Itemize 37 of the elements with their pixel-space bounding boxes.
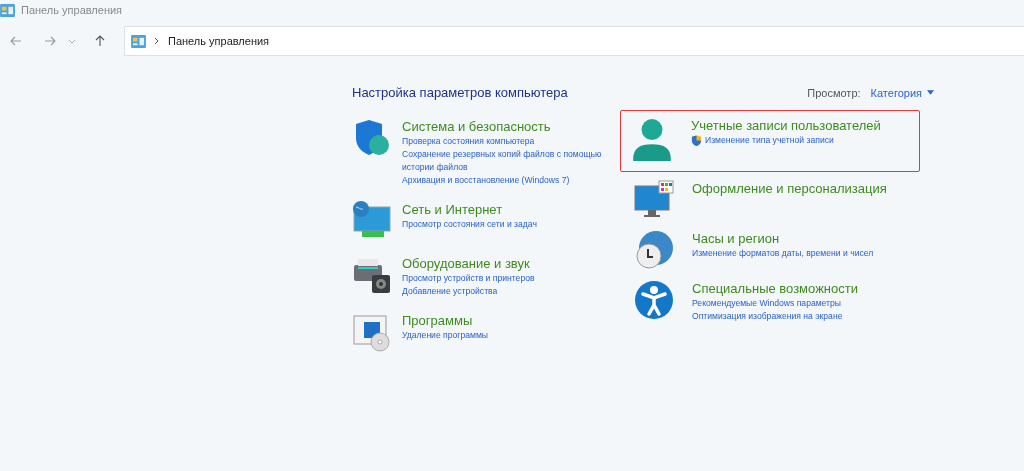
page-heading: Настройка параметров компьютера xyxy=(352,85,568,100)
category-title[interactable]: Специальные возможности xyxy=(692,280,858,297)
address-bar[interactable]: Панель управления xyxy=(124,26,1024,56)
chevron-right-icon xyxy=(154,37,160,45)
globe-clock-icon xyxy=(634,230,674,270)
task-link[interactable]: Изменение типа учетной записи xyxy=(705,134,834,147)
task-link[interactable]: Проверка состояния компьютера xyxy=(402,135,535,148)
monitor-icon xyxy=(634,180,674,220)
up-arrow-icon[interactable] xyxy=(94,35,106,47)
view-dropdown[interactable]: Категория xyxy=(870,86,934,99)
forward-arrow-icon[interactable] xyxy=(44,35,56,47)
control-panel-icon xyxy=(0,3,15,17)
task-link[interactable]: Оптимизация изображения на экране xyxy=(692,310,843,323)
task-link[interactable]: Удаление программы xyxy=(402,329,488,342)
dropdown-arrow-icon xyxy=(927,90,934,95)
breadcrumb[interactable]: Панель управления xyxy=(168,35,270,47)
task-link[interactable]: Добавление устройства xyxy=(402,285,498,298)
category-title[interactable]: Система и безопасность xyxy=(402,118,634,135)
category-title[interactable]: Оформление и персонализация xyxy=(692,180,887,197)
category-title[interactable]: Учетные записи пользователей xyxy=(691,117,881,134)
task-link[interactable]: Просмотр состояния сети и задач xyxy=(402,218,537,231)
task-link[interactable]: Сохранение резервных копий файлов с помощью истории файлов xyxy=(402,148,634,174)
task-link[interactable]: Архивация и восстановление (Windows 7) xyxy=(402,174,570,187)
task-link[interactable]: Просмотр устройств и принтеров xyxy=(402,272,535,285)
programs-icon xyxy=(352,312,392,352)
category-title[interactable]: Программы xyxy=(402,312,488,329)
chevron-down-icon[interactable] xyxy=(68,37,76,45)
category-title[interactable]: Оборудование и звук xyxy=(402,255,535,272)
category-title[interactable]: Часы и регион xyxy=(692,230,874,247)
control-panel-icon xyxy=(131,34,146,48)
window-title: Панель управления xyxy=(21,4,123,16)
view-label: Просмотр: xyxy=(807,86,861,99)
back-arrow-icon[interactable] xyxy=(10,35,22,47)
category-title[interactable]: Сеть и Интернет xyxy=(402,201,537,218)
task-link[interactable]: Изменение форматов даты, времени и чисел xyxy=(692,247,874,260)
task-link[interactable]: Рекомендуемые Windows параметры xyxy=(692,297,841,310)
accessibility-icon xyxy=(634,280,674,320)
